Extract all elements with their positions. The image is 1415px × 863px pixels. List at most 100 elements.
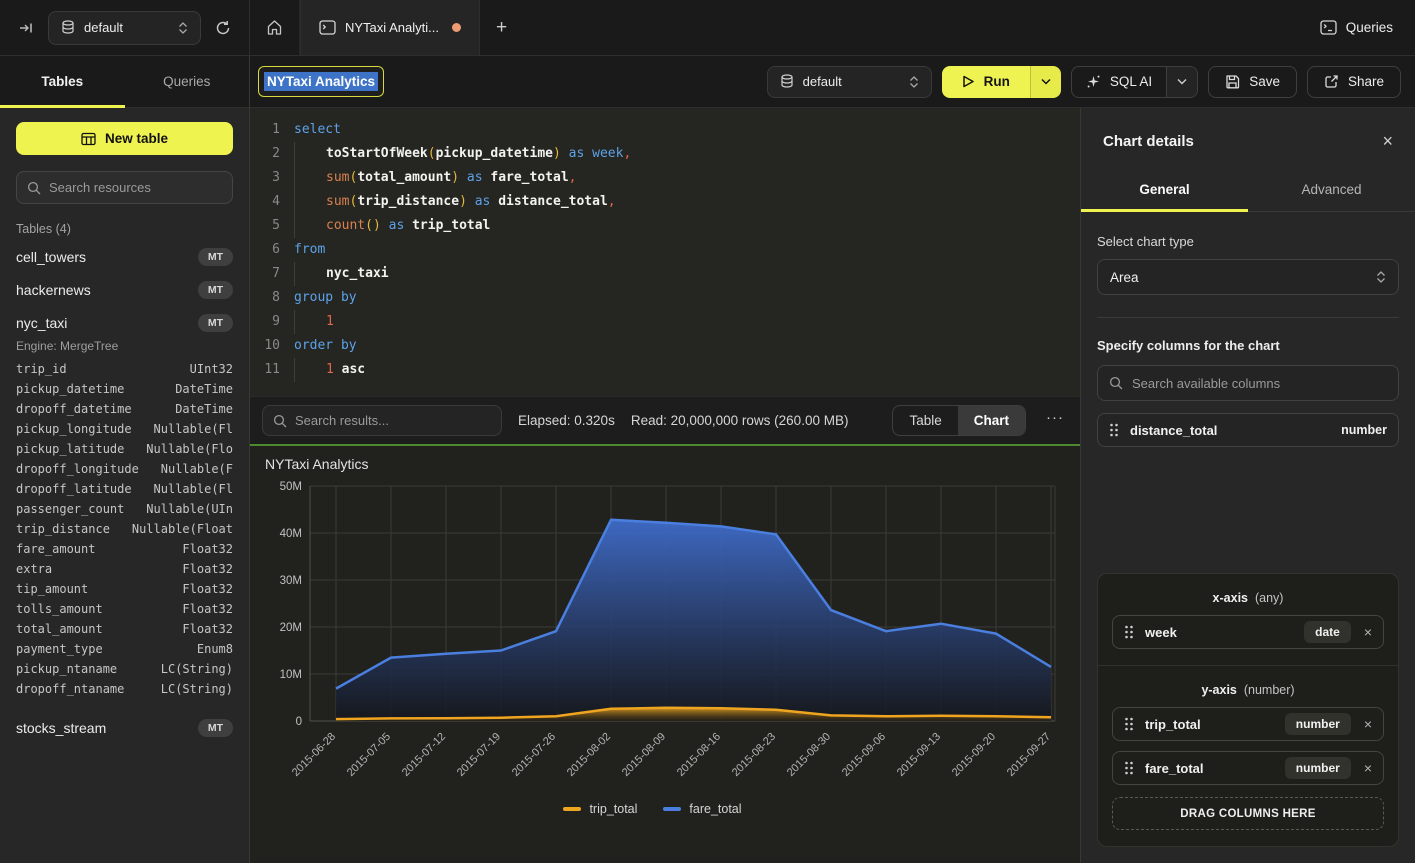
terminal-icon — [319, 20, 336, 35]
database-selector[interactable]: default — [48, 11, 201, 45]
column-row-dropoff_latitude[interactable]: dropoff_latitudeNullable(Fl — [16, 479, 233, 499]
query-title-value: NYTaxi Analytics — [264, 72, 378, 91]
column-row-dropoff_longitude[interactable]: dropoff_longitudeNullable(F — [16, 459, 233, 479]
database-icon — [780, 74, 794, 89]
table-item-hackernews[interactable]: hackernewsMT — [16, 273, 233, 306]
code-line-2: 2toStartOfWeek(pickup_datetime) as week, — [250, 142, 1080, 166]
run-button[interactable]: Run — [942, 66, 1030, 98]
save-button[interactable]: Save — [1208, 66, 1297, 98]
svg-text:50M: 50M — [280, 481, 302, 493]
share-button[interactable]: Share — [1307, 66, 1401, 98]
query-tab-nytaxi[interactable]: NYTaxi Analyti... — [300, 0, 480, 55]
engine-badge: MT — [198, 719, 233, 737]
sql-editor[interactable]: 1select2toStartOfWeek(pickup_datetime) a… — [250, 108, 1080, 396]
svg-text:2015-08-23: 2015-08-23 — [730, 731, 778, 779]
view-toggle-table[interactable]: Table — [893, 406, 957, 435]
sql-ai-button-group: SQL AI — [1071, 66, 1198, 98]
refresh-button[interactable] — [211, 16, 235, 40]
table-item-cell_towers[interactable]: cell_towersMT — [16, 240, 233, 273]
svg-text:2015-08-30: 2015-08-30 — [785, 731, 833, 779]
column-row-dropoff_datetime[interactable]: dropoff_datetimeDateTime — [16, 399, 233, 419]
code-line-8: 8group by — [250, 286, 1080, 310]
column-name: fare_total — [1145, 761, 1204, 776]
column-row-pickup_ntaname[interactable]: pickup_ntanameLC(String) — [16, 659, 233, 679]
results-menu-button[interactable]: ··· — [1042, 409, 1068, 432]
column-name: distance_total — [1130, 423, 1217, 438]
x-axis-label: x-axis (any) — [1112, 591, 1384, 605]
save-button-label: Save — [1249, 74, 1280, 89]
area-chart[interactable]: 010M20M30M40M50M2015-06-282015-07-052015… — [250, 446, 1080, 859]
chart-legend: trip_total fare_total — [250, 802, 1055, 816]
drag-handle-icon[interactable] — [1109, 423, 1119, 437]
drag-columns-dropzone[interactable]: DRAG COLUMNS HERE — [1112, 797, 1384, 830]
column-card-week[interactable]: weekdate× — [1112, 615, 1384, 649]
column-row-pickup_longitude[interactable]: pickup_longitudeNullable(Fl — [16, 419, 233, 439]
legend-item-fare_total[interactable]: fare_total — [663, 802, 741, 816]
svg-text:2015-09-27: 2015-09-27 — [1005, 731, 1053, 779]
remove-column-button[interactable]: × — [1362, 760, 1372, 776]
chart-details-panel: Chart details × General Advanced Select … — [1080, 108, 1415, 863]
sidebar-search-placeholder: Search resources — [49, 180, 151, 195]
column-row-pickup_latitude[interactable]: pickup_latitudeNullable(Flo — [16, 439, 233, 459]
run-database-selector[interactable]: default — [767, 66, 932, 98]
svg-text:2015-08-16: 2015-08-16 — [675, 731, 723, 779]
close-panel-button[interactable]: × — [1382, 132, 1393, 150]
results-search-input[interactable]: Search results... — [262, 405, 502, 436]
drag-handle-icon[interactable] — [1124, 625, 1134, 639]
column-row-trip_distance[interactable]: trip_distanceNullable(Float — [16, 519, 233, 539]
table-item-stocks_stream[interactable]: stocks_streamMT — [16, 711, 233, 744]
sidebar-collapse-button[interactable] — [14, 16, 38, 40]
new-tab-button[interactable]: + — [480, 0, 523, 55]
chevron-down-icon — [1041, 78, 1051, 85]
column-row-passenger_count[interactable]: passenger_countNullable(UIn — [16, 499, 233, 519]
sidebar-search-input[interactable]: Search resources — [16, 171, 233, 204]
column-row-total_amount[interactable]: total_amountFloat32 — [16, 619, 233, 639]
table-name: cell_towers — [16, 249, 86, 265]
column-row-trip_id[interactable]: trip_idUInt32 — [16, 359, 233, 379]
queries-button-label: Queries — [1346, 20, 1393, 35]
query-title-input[interactable]: NYTaxi Analytics — [258, 66, 384, 97]
drag-handle-icon[interactable] — [1124, 761, 1134, 775]
sidebar-tab-tables[interactable]: Tables — [0, 56, 125, 107]
code-line-7: 7nyc_taxi — [250, 262, 1080, 286]
column-row-fare_amount[interactable]: fare_amountFloat32 — [16, 539, 233, 559]
column-card-distance_total[interactable]: distance_totalnumber — [1097, 413, 1399, 447]
table-item-nyc_taxi[interactable]: nyc_taxiMT — [16, 306, 233, 339]
sql-ai-button[interactable]: SQL AI — [1072, 67, 1166, 97]
column-row-extra[interactable]: extraFloat32 — [16, 559, 233, 579]
sidebar-tab-queries[interactable]: Queries — [125, 56, 250, 107]
legend-item-trip_total[interactable]: trip_total — [563, 802, 637, 816]
run-database-value: default — [803, 74, 842, 89]
column-row-pickup_datetime[interactable]: pickup_datetimeDateTime — [16, 379, 233, 399]
table-icon — [81, 132, 96, 146]
run-button-label: Run — [984, 74, 1010, 89]
columns-search-input[interactable]: Search available columns — [1097, 365, 1399, 401]
code-line-1: 1select — [250, 118, 1080, 142]
tab-advanced[interactable]: Advanced — [1248, 170, 1415, 211]
remove-column-button[interactable]: × — [1362, 716, 1372, 732]
table-name: nyc_taxi — [16, 315, 67, 331]
new-table-button[interactable]: New table — [16, 122, 233, 155]
sparkle-icon — [1086, 74, 1101, 89]
code-line-5: 5count() as trip_total — [250, 214, 1080, 238]
search-icon — [27, 181, 41, 195]
column-row-dropoff_ntaname[interactable]: dropoff_ntanameLC(String) — [16, 679, 233, 699]
run-options-button[interactable] — [1030, 66, 1061, 98]
home-tab[interactable] — [250, 0, 300, 55]
column-row-payment_type[interactable]: payment_typeEnum8 — [16, 639, 233, 659]
column-row-tolls_amount[interactable]: tolls_amountFloat32 — [16, 599, 233, 619]
column-card-fare_total[interactable]: fare_totalnumber× — [1112, 751, 1384, 785]
code-line-11: 111 asc — [250, 358, 1080, 382]
drag-handle-icon[interactable] — [1124, 717, 1134, 731]
tab-general[interactable]: General — [1081, 170, 1248, 211]
column-row-tip_amount[interactable]: tip_amountFloat32 — [16, 579, 233, 599]
axis-config-box: x-axis (any) weekdate× y-axis (number) t… — [1097, 573, 1399, 847]
share-icon — [1324, 74, 1339, 89]
remove-column-button[interactable]: × — [1362, 624, 1372, 640]
queries-button[interactable]: Queries — [1320, 20, 1393, 35]
sql-ai-options-button[interactable] — [1166, 67, 1197, 97]
chart-type-select[interactable]: Area — [1097, 259, 1399, 295]
share-button-label: Share — [1348, 74, 1384, 89]
column-card-trip_total[interactable]: trip_totalnumber× — [1112, 707, 1384, 741]
view-toggle-chart[interactable]: Chart — [958, 406, 1025, 435]
